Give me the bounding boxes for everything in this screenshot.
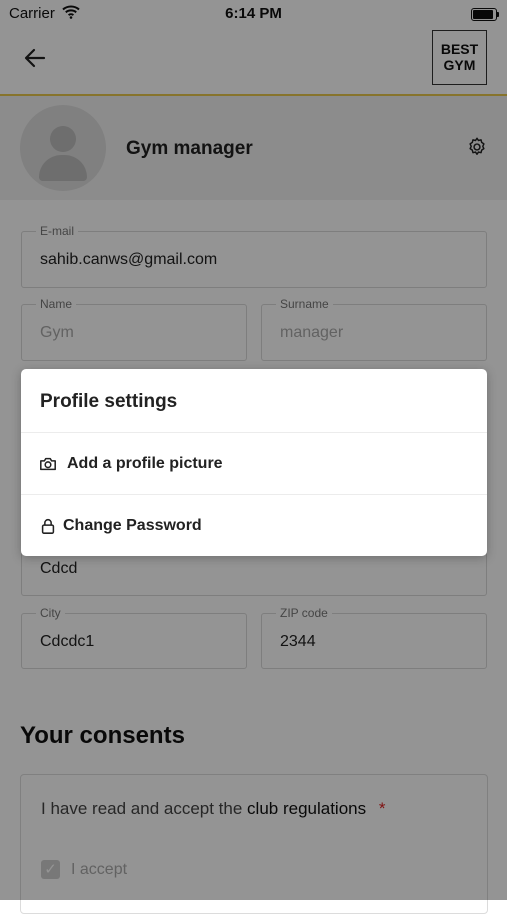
menu-item-add-profile-picture[interactable]: Add a profile picture <box>21 432 487 495</box>
change-password-label: Change Password <box>63 517 202 534</box>
camera-icon <box>39 455 57 473</box>
lock-icon <box>39 517 57 535</box>
profile-settings-title: Profile settings <box>40 391 178 412</box>
profile-settings-menu: Profile settings Add a profile picture C… <box>21 369 487 556</box>
menu-item-change-password[interactable]: Change Password <box>21 494 487 557</box>
add-profile-picture-label: Add a profile picture <box>67 455 223 472</box>
